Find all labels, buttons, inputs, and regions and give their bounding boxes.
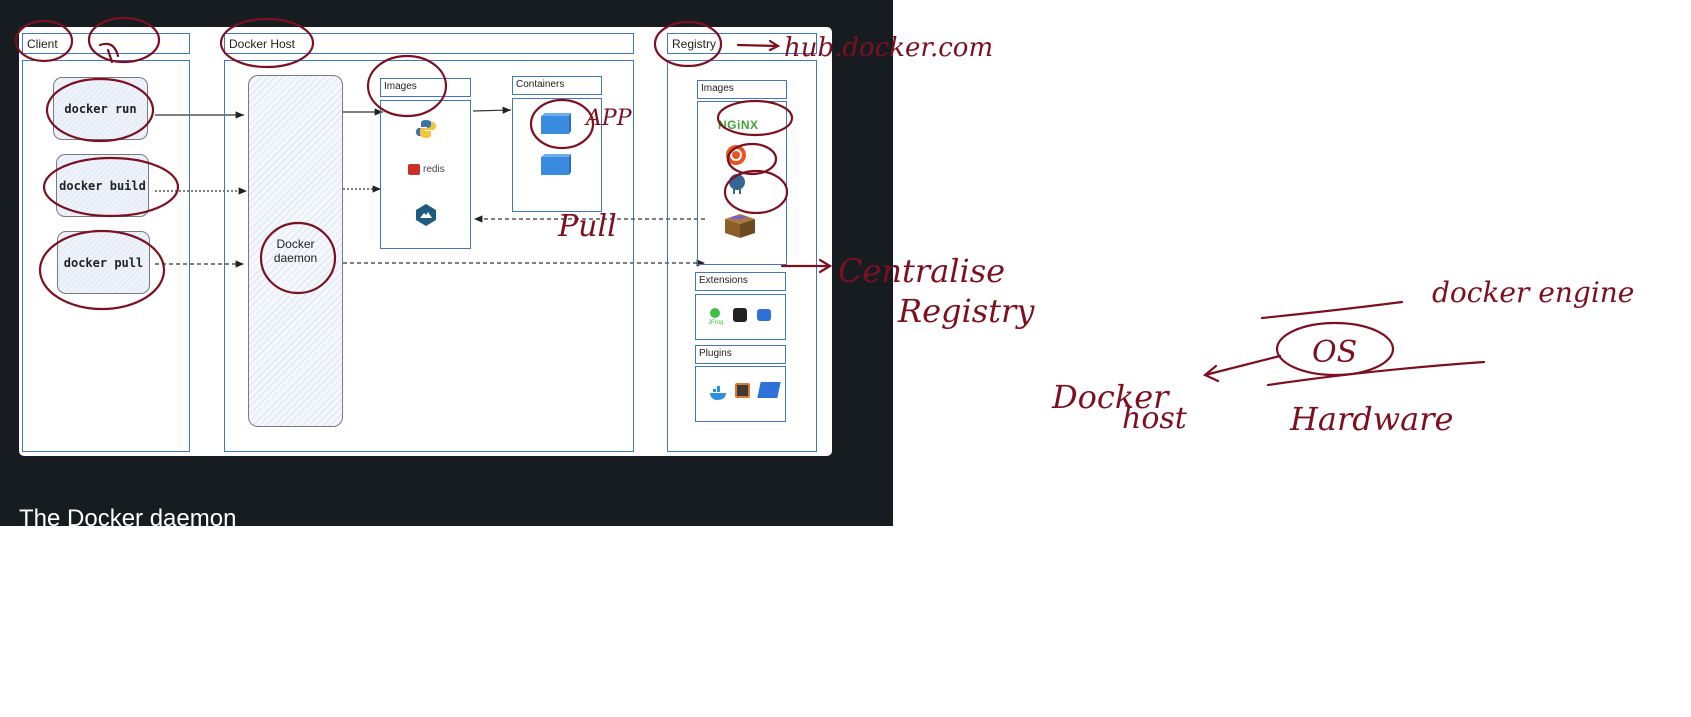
container-icon	[541, 154, 571, 175]
annotation-docker: Docker	[1051, 378, 1170, 416]
redis-image: redis	[408, 164, 445, 175]
extension-blue-icon	[757, 309, 771, 321]
postgres-icon	[729, 174, 745, 194]
section-heading-clip: The Docker daemon	[0, 497, 893, 526]
container-icon	[541, 113, 571, 134]
docker-architecture-diagram: Client docker run docker build docker pu…	[19, 27, 832, 456]
jfrog-icon: JFrog	[708, 308, 723, 325]
docker-pull-command[interactable]: docker pull	[57, 231, 150, 294]
docker-daemon[interactable]: Docker daemon	[248, 75, 343, 427]
line-hardware	[1266, 360, 1486, 387]
annotation-docker-engine: docker engine	[1432, 276, 1634, 309]
docker-host-header: Docker Host	[224, 33, 634, 54]
python-icon	[416, 120, 436, 138]
section-heading: The Docker daemon	[19, 505, 237, 526]
plugins-header: Plugins	[695, 345, 786, 364]
package-box-icon	[725, 214, 755, 238]
annotation-hardware: Hardware	[1289, 400, 1453, 438]
docker-run-command[interactable]: docker run	[53, 77, 148, 140]
alpine-icon	[416, 204, 436, 226]
containers-header: Containers	[512, 76, 602, 95]
annotation-os: OS	[1312, 335, 1357, 370]
extension-dots-icon	[733, 308, 747, 322]
annotation-host: host	[1122, 401, 1188, 436]
registry-images-header: Images	[697, 80, 787, 99]
extensions-header: Extensions	[695, 272, 786, 291]
plugin-orange-icon	[735, 383, 750, 398]
svg-text:JFrog: JFrog	[708, 320, 723, 325]
nginx-image: NGiNX	[718, 118, 759, 132]
registry-header: Registry	[667, 33, 817, 54]
dark-content-area: Client docker run docker build docker pu…	[0, 0, 893, 526]
annotation-registry: Registry	[897, 292, 1035, 330]
circle-os	[1275, 321, 1395, 377]
arrow-docker-host	[1202, 354, 1282, 383]
plugin-blue-icon	[757, 382, 781, 398]
client-header: Client	[22, 33, 190, 54]
docker-build-command[interactable]: docker build	[56, 154, 149, 217]
redis-icon	[408, 164, 420, 175]
host-images-header: Images	[380, 78, 471, 97]
ubuntu-icon	[726, 145, 746, 165]
line-engine	[1260, 300, 1404, 320]
docker-whale-icon	[710, 386, 726, 400]
